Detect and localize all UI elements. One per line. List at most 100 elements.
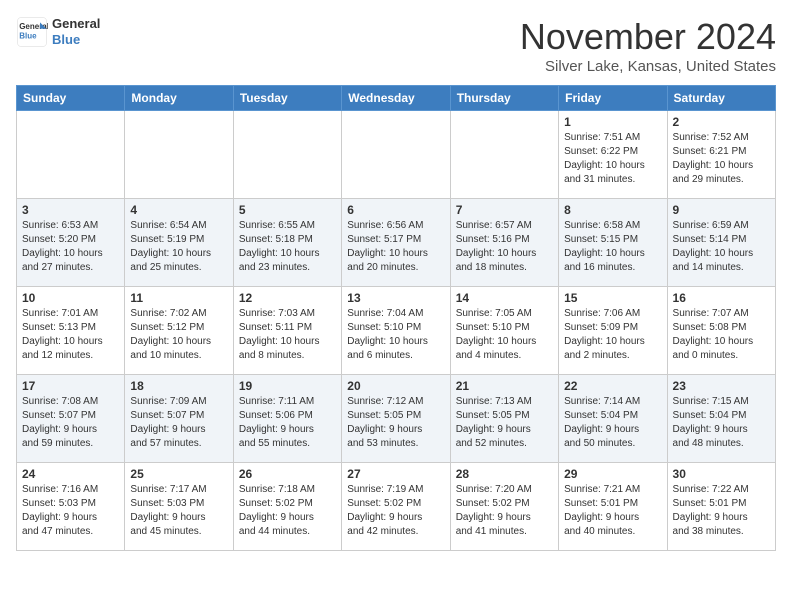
day-info: Sunrise: 7:21 AM Sunset: 5:01 PM Dayligh… [564,483,661,539]
calendar-cell: 8 Sunrise: 6:58 AM Sunset: 5:15 PM Daylig… [559,199,667,287]
day-info: Sunrise: 7:05 AM Sunset: 5:10 PM Dayligh… [456,307,553,363]
weekday-header-friday: Friday [559,86,667,111]
day-info: Sunrise: 7:08 AM Sunset: 5:07 PM Dayligh… [22,395,119,451]
day-info: Sunrise: 7:12 AM Sunset: 5:05 PM Dayligh… [347,395,444,451]
calendar-cell: 24Sunrise: 7:16 AM Sunset: 5:03 PM Dayli… [17,463,125,551]
calendar-cell: 1 Sunrise: 7:51 AM Sunset: 6:22 PM Daylig… [559,111,667,199]
day-number: 7 [456,203,553,217]
day-info: Sunrise: 7:51 AM Sunset: 6:22 PM Dayligh… [564,131,661,187]
page-container: General Blue General Blue November 2024 … [0,0,792,559]
day-info: Sunrise: 6:53 AM Sunset: 5:20 PM Dayligh… [22,219,119,275]
day-number: 4 [130,203,227,217]
calendar-table: SundayMondayTuesdayWednesdayThursdayFrid… [16,85,776,551]
calendar-cell: 16 Sunrise: 7:07 AM Sunset: 5:08 PM Dayli… [667,287,775,375]
day-number: 17 [22,379,119,393]
weekday-header-saturday: Saturday [667,86,775,111]
day-info: Sunrise: 7:22 AM Sunset: 5:01 PM Dayligh… [673,483,770,539]
calendar-cell: 5Sunrise: 6:55 AM Sunset: 5:18 PM Daylig… [233,199,341,287]
day-number: 8 [564,203,661,217]
day-info: Sunrise: 7:17 AM Sunset: 5:03 PM Dayligh… [130,483,227,539]
day-number: 30 [673,467,770,481]
calendar-week-2: 3 Sunrise: 6:53 AM Sunset: 5:20 PM Daylig… [17,199,776,287]
calendar-cell [233,111,341,199]
calendar-week-5: 24Sunrise: 7:16 AM Sunset: 5:03 PM Dayli… [17,463,776,551]
calendar-cell: 12Sunrise: 7:03 AM Sunset: 5:11 PM Dayli… [233,287,341,375]
calendar-cell: 20 Sunrise: 7:12 AM Sunset: 5:05 PM Dayli… [342,375,450,463]
calendar-cell: 23 Sunrise: 7:15 AM Sunset: 5:04 PM Dayli… [667,375,775,463]
calendar-cell: 30 Sunrise: 7:22 AM Sunset: 5:01 PM Dayli… [667,463,775,551]
calendar-cell: 18Sunrise: 7:09 AM Sunset: 5:07 PM Dayli… [125,375,233,463]
calendar-cell: 28 Sunrise: 7:20 AM Sunset: 5:02 PM Dayli… [450,463,558,551]
day-number: 22 [564,379,661,393]
day-number: 23 [673,379,770,393]
calendar-cell: 17 Sunrise: 7:08 AM Sunset: 5:07 PM Dayli… [17,375,125,463]
calendar-cell: 27 Sunrise: 7:19 AM Sunset: 5:02 PM Dayli… [342,463,450,551]
day-number: 29 [564,467,661,481]
calendar-cell: 6 Sunrise: 6:56 AM Sunset: 5:17 PM Daylig… [342,199,450,287]
day-number: 25 [130,467,227,481]
day-number: 3 [22,203,119,217]
day-info: Sunrise: 7:14 AM Sunset: 5:04 PM Dayligh… [564,395,661,451]
calendar-cell: 25 Sunrise: 7:17 AM Sunset: 5:03 PM Dayli… [125,463,233,551]
logo-text-general: General [52,16,100,32]
day-info: Sunrise: 7:04 AM Sunset: 5:10 PM Dayligh… [347,307,444,363]
day-info: Sunrise: 6:58 AM Sunset: 5:15 PM Dayligh… [564,219,661,275]
day-info: Sunrise: 7:19 AM Sunset: 5:02 PM Dayligh… [347,483,444,539]
day-number: 16 [673,291,770,305]
day-info: Sunrise: 7:15 AM Sunset: 5:04 PM Dayligh… [673,395,770,451]
day-number: 14 [456,291,553,305]
calendar-cell: 21Sunrise: 7:13 AM Sunset: 5:05 PM Dayli… [450,375,558,463]
calendar-cell [125,111,233,199]
day-info: Sunrise: 6:57 AM Sunset: 5:16 PM Dayligh… [456,219,553,275]
day-number: 26 [239,467,336,481]
calendar-header-row: SundayMondayTuesdayWednesdayThursdayFrid… [17,86,776,111]
calendar-cell [17,111,125,199]
day-number: 12 [239,291,336,305]
day-number: 5 [239,203,336,217]
day-info: Sunrise: 7:06 AM Sunset: 5:09 PM Dayligh… [564,307,661,363]
calendar-cell: 7 Sunrise: 6:57 AM Sunset: 5:16 PM Daylig… [450,199,558,287]
weekday-header-monday: Monday [125,86,233,111]
day-number: 13 [347,291,444,305]
day-number: 15 [564,291,661,305]
day-info: Sunrise: 7:09 AM Sunset: 5:07 PM Dayligh… [130,395,227,451]
day-info: Sunrise: 7:11 AM Sunset: 5:06 PM Dayligh… [239,395,336,451]
calendar-cell: 10Sunrise: 7:01 AM Sunset: 5:13 PM Dayli… [17,287,125,375]
month-title: November 2024 [520,16,776,58]
calendar-cell: 14 Sunrise: 7:05 AM Sunset: 5:10 PM Dayli… [450,287,558,375]
day-number: 24 [22,467,119,481]
calendar-cell: 19 Sunrise: 7:11 AM Sunset: 5:06 PM Dayli… [233,375,341,463]
calendar-cell: 2Sunrise: 7:52 AM Sunset: 6:21 PM Daylig… [667,111,775,199]
title-block: November 2024 Silver Lake, Kansas, Unite… [520,16,776,75]
calendar-cell: 15 Sunrise: 7:06 AM Sunset: 5:09 PM Dayli… [559,287,667,375]
day-number: 2 [673,115,770,129]
weekday-header-tuesday: Tuesday [233,86,341,111]
calendar-cell: 26 Sunrise: 7:18 AM Sunset: 5:02 PM Dayli… [233,463,341,551]
day-info: Sunrise: 6:56 AM Sunset: 5:17 PM Dayligh… [347,219,444,275]
header: General Blue General Blue November 2024 … [16,16,776,75]
calendar-cell: 22 Sunrise: 7:14 AM Sunset: 5:04 PM Dayli… [559,375,667,463]
logo: General Blue General Blue [16,16,100,48]
day-number: 20 [347,379,444,393]
calendar-cell: 11Sunrise: 7:02 AM Sunset: 5:12 PM Dayli… [125,287,233,375]
day-number: 1 [564,115,661,129]
day-info: Sunrise: 7:07 AM Sunset: 5:08 PM Dayligh… [673,307,770,363]
day-number: 27 [347,467,444,481]
calendar-cell: 9Sunrise: 6:59 AM Sunset: 5:14 PM Daylig… [667,199,775,287]
calendar-cell: 4Sunrise: 6:54 AM Sunset: 5:19 PM Daylig… [125,199,233,287]
day-number: 10 [22,291,119,305]
svg-text:Blue: Blue [19,31,37,40]
day-number: 19 [239,379,336,393]
day-info: Sunrise: 7:18 AM Sunset: 5:02 PM Dayligh… [239,483,336,539]
day-number: 28 [456,467,553,481]
day-info: Sunrise: 7:13 AM Sunset: 5:05 PM Dayligh… [456,395,553,451]
day-number: 6 [347,203,444,217]
weekday-header-wednesday: Wednesday [342,86,450,111]
day-info: Sunrise: 7:02 AM Sunset: 5:12 PM Dayligh… [130,307,227,363]
calendar-cell [342,111,450,199]
day-number: 9 [673,203,770,217]
weekday-header-sunday: Sunday [17,86,125,111]
calendar-cell: 13 Sunrise: 7:04 AM Sunset: 5:10 PM Dayli… [342,287,450,375]
calendar-week-1: 1 Sunrise: 7:51 AM Sunset: 6:22 PM Daylig… [17,111,776,199]
day-info: Sunrise: 7:20 AM Sunset: 5:02 PM Dayligh… [456,483,553,539]
